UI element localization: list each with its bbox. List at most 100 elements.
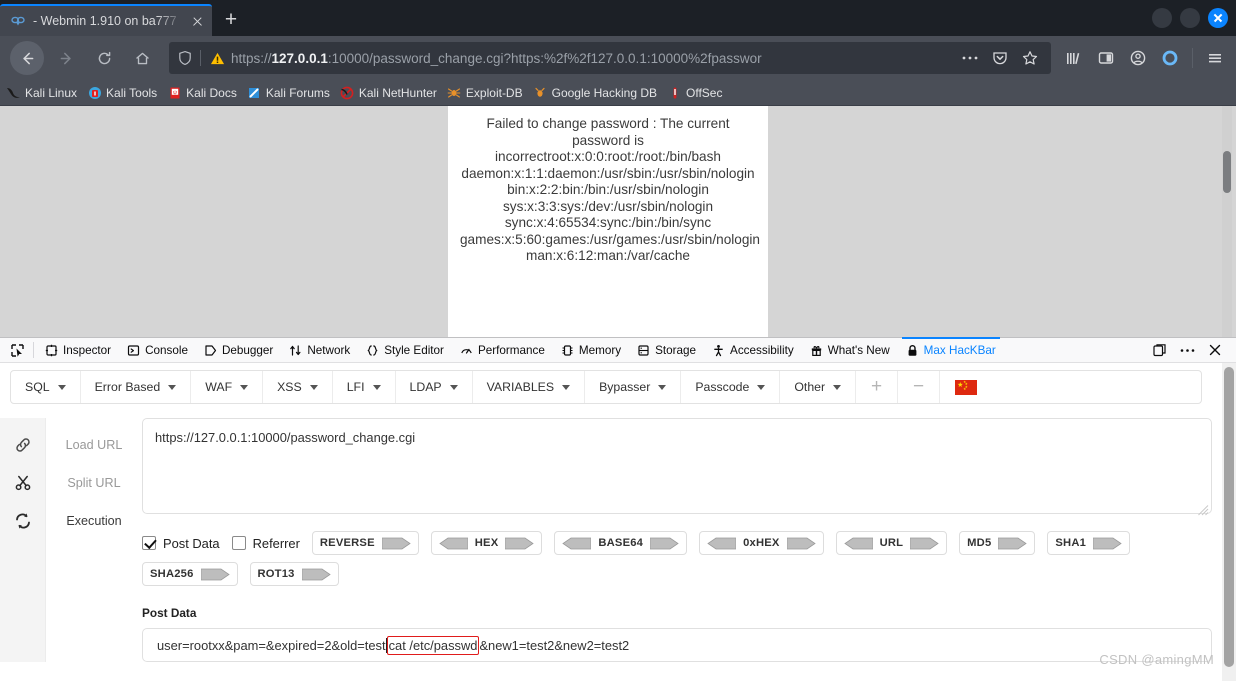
arrow-right-icon[interactable] bbox=[910, 536, 939, 551]
menu-ldap[interactable]: LDAP bbox=[396, 371, 473, 403]
back-button[interactable] bbox=[10, 41, 44, 75]
browser-tab[interactable]: - Webmin 1.910 on ba777 bbox=[0, 4, 212, 36]
address-bar[interactable]: https://127.0.0.1:10000/password_change.… bbox=[169, 42, 1051, 74]
bookmark-kali-forums[interactable]: Kali Forums bbox=[247, 85, 330, 100]
forward-button[interactable] bbox=[50, 42, 82, 74]
link-icon[interactable] bbox=[14, 426, 32, 464]
menu-xss[interactable]: XSS bbox=[263, 371, 333, 403]
menu-bypasser[interactable]: Bypasser bbox=[585, 371, 682, 403]
bookmark-kali-tools[interactable]: Kali Tools bbox=[87, 85, 157, 100]
bookmark-google-hacking-db[interactable]: Google Hacking DB bbox=[533, 85, 657, 100]
bookmark-exploit-db[interactable]: Exploit-DB bbox=[447, 85, 523, 100]
remove-tab-button[interactable]: − bbox=[898, 371, 941, 403]
arrow-left-icon[interactable] bbox=[439, 536, 468, 551]
sync-icon[interactable] bbox=[1155, 43, 1185, 73]
arrow-right-icon[interactable] bbox=[200, 567, 230, 582]
tab-debugger[interactable]: Debugger bbox=[196, 338, 281, 362]
arrow-right-icon[interactable] bbox=[301, 567, 331, 582]
menu-error-based[interactable]: Error Based bbox=[81, 371, 192, 403]
menu-lfi[interactable]: LFI bbox=[333, 371, 396, 403]
hackbar-scrollbar[interactable] bbox=[1222, 363, 1236, 681]
menu-waf[interactable]: WAF bbox=[191, 371, 264, 403]
tab-console[interactable]: Console bbox=[119, 338, 196, 362]
sync-refresh-icon[interactable] bbox=[14, 502, 32, 540]
encoder-md5[interactable]: MD5 bbox=[959, 531, 1036, 555]
tab-memory[interactable]: Memory bbox=[553, 338, 629, 362]
tab-max-hackbar[interactable]: Max HacKBar bbox=[898, 337, 1004, 362]
menu-icon[interactable] bbox=[1200, 43, 1230, 73]
menu-variables[interactable]: VARIABLES bbox=[473, 371, 586, 403]
bookmark-kali-linux[interactable]: Kali Linux bbox=[6, 85, 77, 100]
url-input[interactable] bbox=[142, 418, 1212, 514]
close-window-button[interactable] bbox=[1208, 8, 1228, 28]
scissors-icon[interactable] bbox=[14, 464, 32, 502]
encoder-sha256[interactable]: SHA256 bbox=[142, 562, 238, 586]
encoder-rot13[interactable]: ROT13 bbox=[249, 562, 339, 586]
arrow-right-icon[interactable] bbox=[1093, 536, 1122, 551]
arrow-left-icon[interactable] bbox=[707, 536, 737, 551]
new-tab-button[interactable]: + bbox=[212, 4, 250, 36]
add-tab-button[interactable]: + bbox=[856, 371, 899, 403]
arrow-right-icon[interactable] bbox=[998, 536, 1028, 551]
bookmark-kali-docs[interactable]: ψ Kali Docs bbox=[167, 85, 237, 100]
page-scrollbar-thumb[interactable] bbox=[1223, 151, 1231, 193]
split-url-button[interactable]: Split URL bbox=[46, 464, 142, 502]
arrow-right-icon[interactable] bbox=[381, 536, 411, 551]
bookmark-offsec[interactable]: OffSec bbox=[667, 85, 722, 100]
post-data-prefix: user=rootxx&pam=&expired=2&old=test bbox=[157, 637, 386, 653]
library-icon[interactable] bbox=[1059, 43, 1089, 73]
close-devtools-icon[interactable] bbox=[1202, 339, 1228, 362]
post-data-checkbox[interactable]: Post Data bbox=[142, 536, 220, 551]
encoder-url[interactable]: URL bbox=[835, 531, 948, 555]
lock-icon bbox=[906, 344, 919, 357]
bookmark-kali-nethunter[interactable]: Kali NetHunter bbox=[340, 85, 437, 100]
tab-accessibility[interactable]: Accessibility bbox=[704, 338, 802, 362]
bookmark-star-icon[interactable] bbox=[1015, 43, 1045, 73]
arrow-right-icon[interactable] bbox=[650, 536, 679, 551]
encoder-base64[interactable]: BASE64 bbox=[554, 531, 688, 555]
reload-button[interactable] bbox=[88, 42, 120, 74]
meatball-menu-icon[interactable] bbox=[1174, 339, 1200, 362]
arrow-right-icon[interactable] bbox=[505, 536, 535, 551]
sidebar-icon[interactable] bbox=[1091, 43, 1121, 73]
arrow-left-icon[interactable] bbox=[843, 536, 873, 551]
warning-triangle-icon[interactable] bbox=[210, 51, 225, 66]
tab-storage[interactable]: Storage bbox=[629, 338, 704, 362]
encoder-sha1[interactable]: SHA1 bbox=[1047, 531, 1131, 555]
menu-other[interactable]: Other bbox=[780, 371, 857, 403]
page-actions-icon[interactable] bbox=[955, 43, 985, 73]
page-scrollbar[interactable] bbox=[1222, 106, 1232, 338]
checkbox-box[interactable] bbox=[231, 536, 246, 550]
minimize-button[interactable] bbox=[1152, 8, 1172, 28]
tab-inspector[interactable]: Inspector bbox=[37, 338, 119, 362]
hackbar-scrollbar-thumb[interactable] bbox=[1224, 367, 1234, 667]
memory-icon bbox=[561, 344, 574, 357]
account-icon[interactable] bbox=[1123, 43, 1153, 73]
tab-close-icon[interactable] bbox=[188, 12, 206, 30]
checkbox-box[interactable] bbox=[142, 536, 156, 550]
dock-icon[interactable] bbox=[1146, 339, 1172, 362]
referrer-checkbox[interactable]: Referrer bbox=[231, 536, 300, 551]
tab-style-editor[interactable]: Style Editor bbox=[358, 338, 452, 362]
maximize-button[interactable] bbox=[1180, 8, 1200, 28]
menu-sql[interactable]: SQL bbox=[11, 371, 81, 403]
encoder-hex[interactable]: HEX bbox=[430, 531, 543, 555]
arrow-left-icon[interactable] bbox=[562, 536, 592, 551]
pocket-icon[interactable] bbox=[985, 43, 1015, 73]
menu-passcode[interactable]: Passcode bbox=[681, 371, 781, 403]
bookmark-label: Kali Forums bbox=[265, 85, 330, 100]
encoder-reverse[interactable]: REVERSE bbox=[311, 531, 419, 555]
element-picker-icon[interactable] bbox=[4, 339, 30, 362]
language-button[interactable]: ★ ★ ★ ★ ★ bbox=[940, 371, 992, 403]
tab-whats-new[interactable]: What's New bbox=[802, 338, 898, 362]
arrow-right-icon[interactable] bbox=[786, 536, 816, 551]
encoder-0xhex[interactable]: 0xHEX bbox=[699, 531, 824, 555]
execution-button[interactable]: Execution bbox=[46, 502, 142, 540]
shield-icon[interactable] bbox=[177, 50, 193, 66]
home-button[interactable] bbox=[126, 42, 158, 74]
post-data-input[interactable]: user=rootxx&pam=&expired=2&old=test cat /… bbox=[142, 628, 1212, 662]
url-text[interactable]: https://127.0.0.1:10000/password_change.… bbox=[231, 51, 955, 66]
tab-performance[interactable]: Performance bbox=[452, 338, 553, 362]
tab-network[interactable]: Network bbox=[281, 338, 358, 362]
load-url-button[interactable]: Load URL bbox=[46, 426, 142, 464]
